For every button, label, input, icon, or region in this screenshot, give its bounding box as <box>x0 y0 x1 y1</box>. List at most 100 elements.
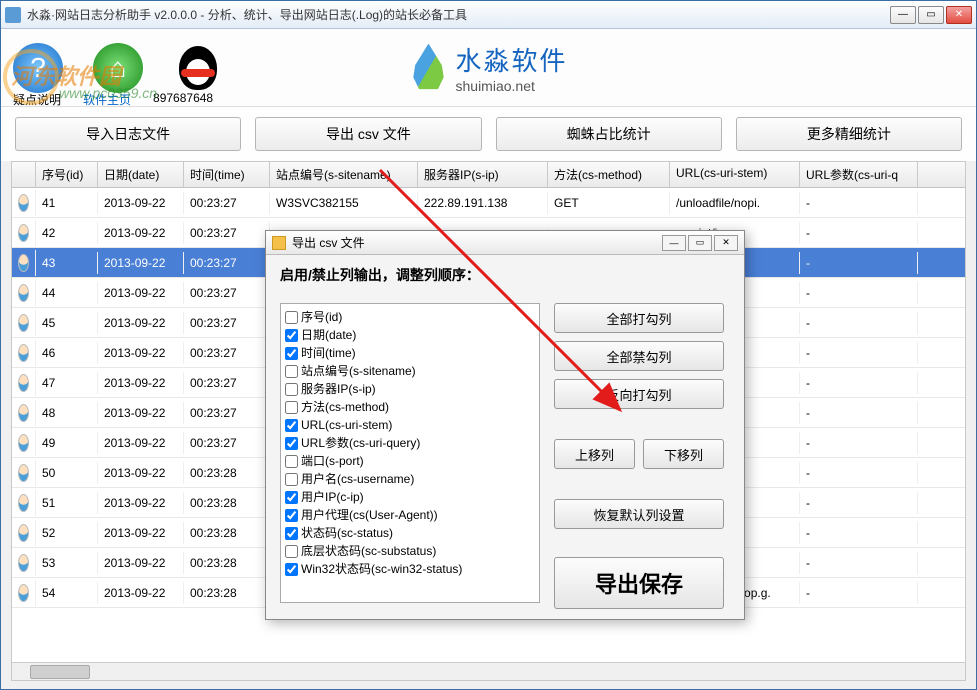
user-icon <box>18 254 29 272</box>
col-site[interactable]: 站点编号(s-sitename) <box>270 162 418 187</box>
check-item[interactable]: Win32状态码(sc-win32-status) <box>285 560 535 578</box>
user-icon <box>18 404 29 422</box>
check-label: 序号(id) <box>301 308 342 326</box>
checkbox[interactable] <box>285 437 298 450</box>
check-item[interactable]: 服务器IP(s-ip) <box>285 380 535 398</box>
check-item[interactable]: 序号(id) <box>285 308 535 326</box>
uncheck-all-button[interactable]: 全部禁勾列 <box>554 341 724 371</box>
col-url[interactable]: URL(cs-uri-stem) <box>670 162 800 187</box>
export-save-button[interactable]: 导出保存 <box>554 557 724 609</box>
window-title: 水淼·网站日志分析助手 v2.0.0.0 - 分析、统计、导出网站日志(.Log… <box>27 6 890 23</box>
dialog-title: 导出 csv 文件 <box>292 234 365 251</box>
app-icon <box>5 7 21 23</box>
checkbox[interactable] <box>285 455 298 468</box>
checkbox[interactable] <box>285 329 298 342</box>
check-item[interactable]: 状态码(sc-status) <box>285 524 535 542</box>
invert-check-button[interactable]: 反向打勾列 <box>554 379 724 409</box>
brand-en: shuimiao.net <box>455 78 567 94</box>
col-id[interactable]: 序号(id) <box>36 162 98 187</box>
dialog-close-button[interactable]: ✕ <box>714 235 738 251</box>
check-label: 用户IP(c-ip) <box>301 488 364 506</box>
check-item[interactable]: 端口(s-port) <box>285 452 535 470</box>
brand-cn: 水淼软件 <box>455 41 567 78</box>
checkbox[interactable] <box>285 401 298 414</box>
user-icon <box>18 344 29 362</box>
dialog-titlebar[interactable]: 导出 csv 文件 — ▭ ✕ <box>266 231 744 255</box>
maximize-button[interactable]: ▭ <box>918 6 944 24</box>
checkbox[interactable] <box>285 365 298 378</box>
checkbox[interactable] <box>285 473 298 486</box>
check-label: URL参数(cs-uri-query) <box>301 434 420 452</box>
col-date[interactable]: 日期(date) <box>98 162 184 187</box>
check-item[interactable]: 方法(cs-method) <box>285 398 535 416</box>
checkbox[interactable] <box>285 383 298 396</box>
move-up-button[interactable]: 上移列 <box>554 439 635 469</box>
user-icon <box>18 554 29 572</box>
check-label: 服务器IP(s-ip) <box>301 380 376 398</box>
checkbox[interactable] <box>285 347 298 360</box>
restore-default-button[interactable]: 恢复默认列设置 <box>554 499 724 529</box>
col-time[interactable]: 时间(time) <box>184 162 270 187</box>
folder-icon <box>272 236 286 250</box>
check-label: 用户代理(cs(User-Agent)) <box>301 506 438 524</box>
scroll-thumb[interactable] <box>30 665 90 679</box>
checkbox[interactable] <box>285 509 298 522</box>
export-dialog: 导出 csv 文件 — ▭ ✕ 启用/禁止列输出，调整列顺序： 序号(id)日期… <box>265 230 745 620</box>
check-item[interactable]: URL参数(cs-uri-query) <box>285 434 535 452</box>
checkbox[interactable] <box>285 491 298 504</box>
check-label: 端口(s-port) <box>301 452 364 470</box>
user-icon <box>18 494 29 512</box>
user-icon <box>18 524 29 542</box>
import-button[interactable]: 导入日志文件 <box>15 117 241 151</box>
check-item[interactable]: 用户IP(c-ip) <box>285 488 535 506</box>
user-icon <box>18 464 29 482</box>
check-label: 站点编号(s-sitename) <box>301 362 416 380</box>
col-ip[interactable]: 服务器IP(s-ip) <box>418 162 548 187</box>
check-item[interactable]: 时间(time) <box>285 344 535 362</box>
home-icon[interactable]: ⌂ <box>93 43 143 93</box>
check-all-button[interactable]: 全部打勾列 <box>554 303 724 333</box>
user-icon <box>18 374 29 392</box>
qq-label[interactable]: 897687648 <box>153 91 213 108</box>
check-item[interactable]: 站点编号(s-sitename) <box>285 362 535 380</box>
horizontal-scrollbar[interactable] <box>12 662 965 680</box>
home-label[interactable]: 软件主页 <box>83 91 131 108</box>
more-stats-button[interactable]: 更多精细统计 <box>736 117 962 151</box>
column-checklist[interactable]: 序号(id)日期(date)时间(time)站点编号(s-sitename)服务… <box>280 303 540 603</box>
check-item[interactable]: 日期(date) <box>285 326 535 344</box>
table-row[interactable]: 412013-09-2200:23:27 W3SVC382155222.89.1… <box>12 188 965 218</box>
dialog-maximize-button[interactable]: ▭ <box>688 235 712 251</box>
user-icon <box>18 224 29 242</box>
user-icon <box>18 434 29 452</box>
help-icon[interactable]: ? <box>13 43 63 93</box>
checkbox[interactable] <box>285 527 298 540</box>
check-item[interactable]: URL(cs-uri-stem) <box>285 416 535 434</box>
check-label: 方法(cs-method) <box>301 398 389 416</box>
titlebar[interactable]: 水淼·网站日志分析助手 v2.0.0.0 - 分析、统计、导出网站日志(.Log… <box>1 1 976 29</box>
user-icon <box>18 284 29 302</box>
brand-logo-icon <box>409 44 447 92</box>
dialog-heading: 启用/禁止列输出，调整列顺序： <box>280 265 730 285</box>
dialog-minimize-button[interactable]: — <box>662 235 686 251</box>
col-method[interactable]: 方法(cs-method) <box>548 162 670 187</box>
qq-icon[interactable] <box>173 43 223 93</box>
move-down-button[interactable]: 下移列 <box>643 439 724 469</box>
check-item[interactable]: 用户代理(cs(User-Agent)) <box>285 506 535 524</box>
checkbox[interactable] <box>285 563 298 576</box>
check-item[interactable]: 用户名(cs-username) <box>285 470 535 488</box>
checkbox[interactable] <box>285 311 298 324</box>
user-icon <box>18 584 29 602</box>
help-label[interactable]: 疑点说明 <box>13 91 61 108</box>
minimize-button[interactable]: — <box>890 6 916 24</box>
user-icon <box>18 314 29 332</box>
check-label: 日期(date) <box>301 326 356 344</box>
col-query[interactable]: URL参数(cs-uri-q <box>800 162 918 187</box>
check-item[interactable]: 底层状态码(sc-substatus) <box>285 542 535 560</box>
checkbox[interactable] <box>285 545 298 558</box>
spider-stats-button[interactable]: 蜘蛛占比统计 <box>496 117 722 151</box>
checkbox[interactable] <box>285 419 298 432</box>
export-csv-button[interactable]: 导出 csv 文件 <box>255 117 481 151</box>
grid-header: 序号(id) 日期(date) 时间(time) 站点编号(s-sitename… <box>12 162 965 188</box>
action-bar: 导入日志文件 导出 csv 文件 蜘蛛占比统计 更多精细统计 <box>1 107 976 161</box>
close-button[interactable]: ✕ <box>946 6 972 24</box>
